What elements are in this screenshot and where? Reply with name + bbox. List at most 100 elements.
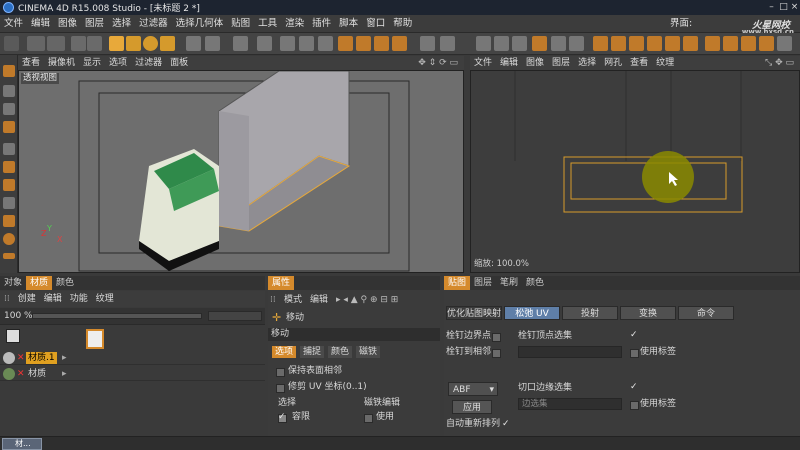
magnet-icon[interactable] — [3, 253, 15, 259]
edge-sel-field[interactable]: 边选集 — [518, 398, 622, 410]
render-picture-icon[interactable] — [280, 36, 295, 51]
material-delete-icon[interactable]: ✕ — [17, 352, 25, 364]
viewport-nav-icons[interactable]: ✥ ⇕ ⟳ ▭ — [414, 56, 462, 70]
scale-icon[interactable] — [126, 36, 141, 51]
zoom-dropdown[interactable] — [208, 311, 262, 321]
uv-edit-icon[interactable] — [593, 36, 608, 51]
uv-points-icon[interactable] — [551, 36, 566, 51]
uv-menu-layer[interactable]: 图层 — [548, 56, 574, 70]
use-tags-2-checkbox[interactable] — [630, 401, 639, 410]
minimized-window[interactable]: 材... — [2, 438, 42, 450]
cut-edge-sel-check[interactable]: ✓ — [630, 382, 638, 392]
eraser-icon[interactable] — [3, 179, 15, 191]
vp-menu-options[interactable]: 选项 — [105, 56, 131, 70]
edit-render-icon[interactable] — [318, 36, 333, 51]
mat-menu-edit[interactable]: 编辑 — [40, 291, 66, 307]
material-delete-icon[interactable]: ✕ — [17, 368, 25, 380]
nurbs-icon[interactable] — [374, 36, 389, 51]
texture-mode-icon[interactable] — [3, 85, 15, 97]
maximize-button[interactable]: □ — [778, 2, 789, 12]
redo-icon[interactable] — [47, 36, 65, 51]
material-name[interactable]: 材质 — [28, 368, 46, 380]
color-icon[interactable] — [3, 233, 15, 245]
subtab-relax-uv[interactable]: 松弛 UV — [504, 306, 560, 320]
uv-menu-image[interactable]: 图像 — [522, 56, 548, 70]
spline-icon[interactable] — [356, 36, 371, 51]
axis-y-icon[interactable] — [205, 36, 220, 51]
attr-nav-icons[interactable]: ▸ ◂ ▲ ⚲ ⊕ ⊟ ⊞ — [336, 294, 398, 306]
live-select-icon[interactable] — [71, 36, 86, 51]
menu-image[interactable]: 图像 — [54, 15, 81, 33]
menu-window[interactable]: 窗口 — [362, 15, 389, 33]
menu-file[interactable]: 文件 — [0, 15, 27, 33]
recent-tool-icon[interactable] — [160, 36, 175, 51]
vp-menu-panel[interactable]: 面板 — [166, 56, 192, 70]
expand-arrow-icon[interactable]: ▸ — [62, 368, 67, 380]
subtab-projection[interactable]: 投射 — [562, 306, 618, 320]
auto-realign-check[interactable]: ✓ — [502, 419, 510, 429]
attr-menu-edit[interactable]: 编辑 — [310, 294, 328, 306]
vp-menu-filter[interactable]: 过滤器 — [131, 56, 166, 70]
perspective-viewport[interactable]: Z Y X 透视视图 — [18, 70, 464, 273]
uv-menu-file[interactable]: 文件 — [470, 56, 496, 70]
workplane-mode-icon[interactable] — [3, 103, 15, 115]
menu-filter[interactable]: 过滤器 — [135, 15, 172, 33]
gradient-icon[interactable] — [3, 197, 15, 209]
menu-select[interactable]: 选择 — [108, 15, 135, 33]
tab-objects[interactable]: 对象 — [0, 276, 26, 290]
coordinate-system-icon[interactable] — [233, 36, 248, 51]
move-icon[interactable] — [109, 36, 124, 51]
subtab-color[interactable]: 颜色 — [328, 346, 353, 358]
marquee-select-icon[interactable] — [87, 36, 102, 51]
layout-icon[interactable] — [777, 36, 792, 51]
tab-color[interactable]: 颜色 — [522, 276, 548, 290]
apply-button[interactable]: 应用 — [452, 400, 492, 414]
render-settings-icon[interactable] — [299, 36, 314, 51]
use-tags-1-checkbox[interactable] — [630, 349, 639, 358]
material-row[interactable]: ✕ 材质.1 ▸ — [0, 351, 265, 365]
scene-material-swatch[interactable] — [6, 329, 20, 343]
smudge-icon[interactable] — [3, 215, 15, 227]
menu-layer[interactable]: 图层 — [81, 15, 108, 33]
material-name[interactable]: 材质.1 — [26, 352, 57, 364]
snap-icon[interactable] — [665, 36, 680, 51]
vp-menu-display[interactable]: 显示 — [79, 56, 105, 70]
scene-icon[interactable] — [420, 36, 435, 51]
rotate-icon[interactable] — [143, 36, 158, 51]
tab-attributes[interactable]: 属性 — [268, 276, 295, 290]
uv-nav-icons[interactable]: ⤡ ✥ ▭ — [761, 56, 798, 70]
uv-polygons-icon[interactable] — [569, 36, 584, 51]
uv-menu-select[interactable]: 选择 — [574, 56, 600, 70]
tab-brush[interactable]: 笔刷 — [496, 276, 522, 290]
uv-tool-icon[interactable] — [476, 36, 491, 51]
pin-border-checkbox[interactable] — [492, 333, 501, 342]
uv-scale-icon[interactable] — [512, 36, 527, 51]
menu-select-geometry[interactable]: 选择几何体 — [172, 15, 228, 33]
menu-plugins[interactable]: 插件 — [308, 15, 335, 33]
vp-menu-camera[interactable]: 摄像机 — [44, 56, 79, 70]
pin-vertex-sel-check[interactable]: ✓ — [630, 330, 638, 340]
sphere-icon[interactable] — [4, 36, 19, 51]
mat-menu-function[interactable]: 功能 — [66, 291, 92, 307]
keep-neighbors-checkbox[interactable] — [276, 368, 285, 377]
use-checkbox[interactable] — [364, 414, 373, 423]
mat-menu-create[interactable]: 创建 — [14, 291, 40, 307]
uv-menu-mesh[interactable]: 网孔 — [600, 56, 626, 70]
tab-colors[interactable]: 颜色 — [52, 276, 78, 290]
camera-icon[interactable] — [440, 36, 455, 51]
lock-icon[interactable] — [723, 36, 738, 51]
mat-menu-texture[interactable]: 纹理 — [92, 291, 118, 307]
material-row[interactable]: ✕ 材质 ▸ — [0, 367, 265, 381]
expand-arrow-icon[interactable]: ▸ — [62, 352, 67, 364]
zoom-slider[interactable] — [32, 313, 202, 319]
minimize-button[interactable]: – — [766, 2, 777, 12]
menu-render[interactable]: 渲染 — [281, 15, 308, 33]
cube-icon[interactable] — [338, 36, 353, 51]
subtab-commands[interactable]: 命令 — [678, 306, 734, 320]
uv-menu-view[interactable]: 查看 — [626, 56, 652, 70]
checker-icon[interactable] — [532, 36, 547, 51]
close-button[interactable]: × — [789, 2, 800, 12]
pin-neighbors-checkbox[interactable] — [492, 349, 501, 358]
undo-icon[interactable] — [27, 36, 45, 51]
menu-texture[interactable]: 贴图 — [227, 15, 254, 33]
